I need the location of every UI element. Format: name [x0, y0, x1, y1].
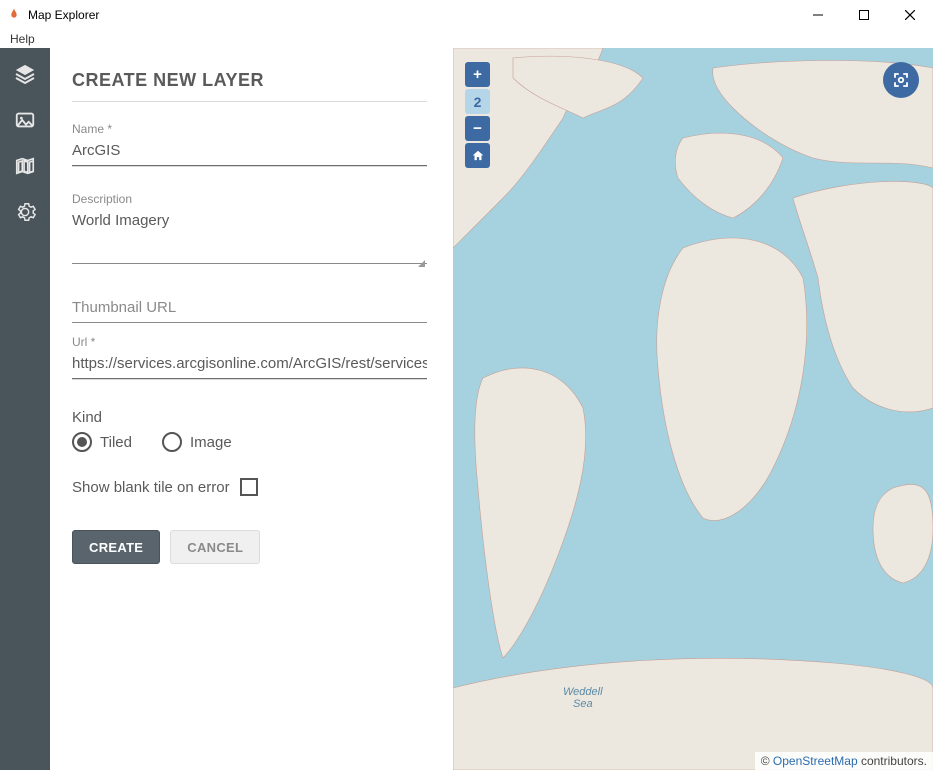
osm-link[interactable]: OpenStreetMap [773, 754, 858, 768]
name-input[interactable] [72, 138, 427, 166]
close-button[interactable] [887, 0, 933, 30]
blank-tile-checkbox[interactable] [240, 478, 258, 496]
radio-label: Image [190, 434, 232, 451]
image-icon[interactable] [13, 108, 37, 132]
minimize-button[interactable] [795, 0, 841, 30]
description-label: Description [72, 192, 427, 206]
thumbnail-input[interactable] [72, 295, 427, 323]
cancel-button[interactable]: CANCEL [170, 530, 260, 564]
sea-label: WeddellSea [563, 686, 603, 710]
radio-icon [162, 432, 182, 452]
map-zoom-controls: + 2 − [465, 62, 490, 168]
gear-icon[interactable] [13, 200, 37, 224]
titlebar: Map Explorer [0, 0, 933, 30]
window-title: Map Explorer [28, 8, 99, 22]
layers-icon[interactable] [13, 62, 37, 86]
name-label: Name * [72, 122, 427, 136]
fullscreen-button[interactable] [883, 62, 919, 98]
radio-label: Tiled [100, 434, 132, 451]
blank-tile-label: Show blank tile on error [72, 479, 230, 496]
zoom-in-button[interactable]: + [465, 62, 490, 87]
home-button[interactable] [465, 143, 490, 168]
kind-label: Kind [72, 409, 427, 426]
panel-title: CREATE NEW LAYER [72, 70, 427, 91]
map-icon[interactable] [13, 154, 37, 178]
description-input[interactable]: World Imagery [72, 208, 427, 264]
radio-image[interactable]: Image [162, 432, 232, 452]
map-attribution: © OpenStreetMap contributors. [755, 752, 933, 770]
url-input[interactable] [72, 351, 427, 379]
menubar: Help [0, 30, 933, 48]
divider [72, 101, 427, 102]
menu-help[interactable]: Help [6, 32, 39, 46]
zoom-out-button[interactable]: − [465, 116, 490, 141]
sidebar [0, 48, 50, 770]
radio-icon [72, 432, 92, 452]
map-view[interactable]: + 2 − WeddellSea © OpenStreetMap contrib… [453, 48, 933, 770]
radio-tiled[interactable]: Tiled [72, 432, 132, 452]
app-icon [6, 7, 22, 23]
world-map [453, 48, 933, 770]
resize-handle-icon[interactable] [418, 260, 425, 267]
create-button[interactable]: CREATE [72, 530, 160, 564]
create-layer-panel: CREATE NEW LAYER Name * Description Worl… [50, 48, 453, 770]
zoom-level: 2 [465, 89, 490, 114]
url-label: Url * [72, 335, 427, 349]
maximize-button[interactable] [841, 0, 887, 30]
